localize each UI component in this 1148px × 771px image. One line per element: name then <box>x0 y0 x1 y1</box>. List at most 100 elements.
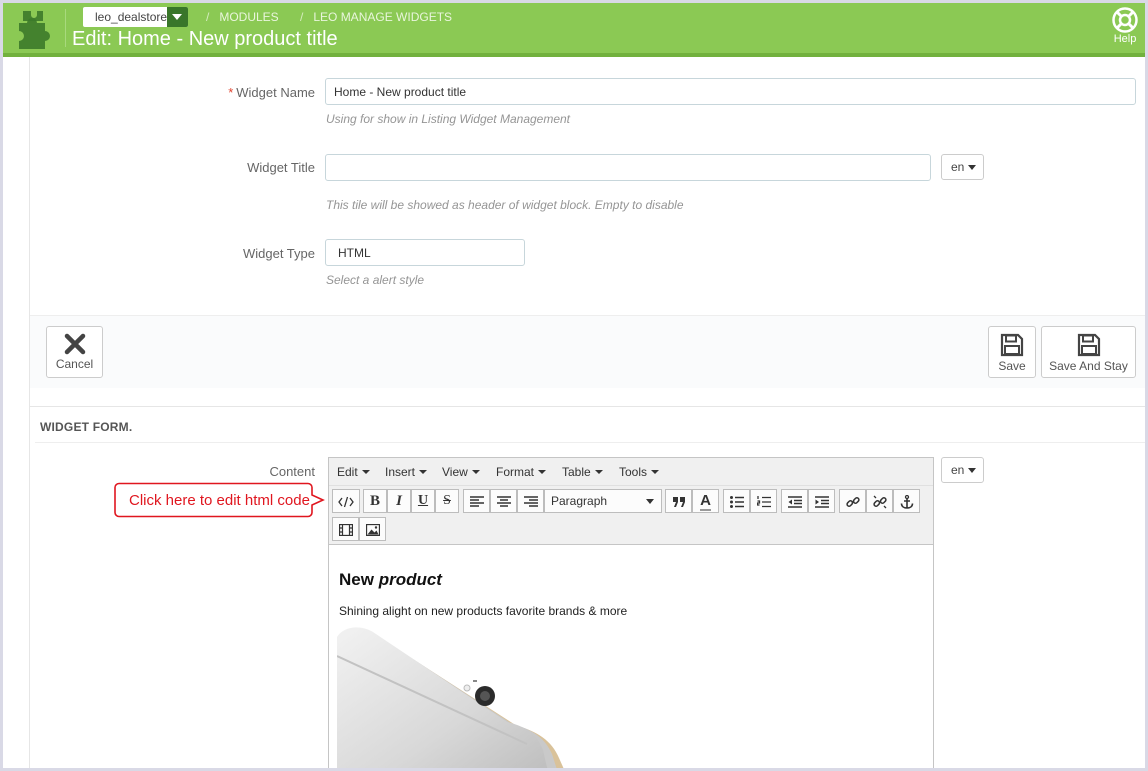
help-button[interactable]: Help <box>1110 7 1140 45</box>
outdent-button[interactable] <box>781 489 808 513</box>
shop-selector-toggle[interactable] <box>167 7 188 27</box>
widget-type-select[interactable]: HTML <box>325 239 525 266</box>
bullet-list-button[interactable] <box>723 489 750 513</box>
content-language-dropdown[interactable]: en <box>941 457 984 483</box>
menu-label: Table <box>562 465 591 479</box>
widget-settings-panel: * Widget Name Home - New product title Us… <box>30 57 1145 388</box>
source-code-button[interactable] <box>332 489 360 513</box>
image-icon <box>365 523 380 536</box>
floppy-disk-icon <box>1000 333 1024 357</box>
menu-view[interactable]: View <box>442 465 480 479</box>
widget-name-label: * Widget Name <box>180 85 315 100</box>
bold-icon: B <box>369 493 380 509</box>
align-center-icon <box>496 495 511 507</box>
numbered-list-button[interactable] <box>750 489 777 513</box>
align-left-icon <box>469 495 484 507</box>
numbered-list-icon <box>756 495 771 507</box>
menu-label: Insert <box>385 465 416 479</box>
section-divider <box>35 442 1145 443</box>
insert-video-button[interactable] <box>332 517 359 541</box>
caret-down-icon <box>538 470 547 474</box>
widget-type-label: Widget Type <box>242 246 315 261</box>
unlink-icon <box>872 495 887 509</box>
save-and-stay-label: Save And Stay <box>1049 359 1128 373</box>
floppy-disk-icon <box>1077 333 1100 357</box>
breadcrumb-leo-manage-widgets[interactable]: / LEO MANAGE WIDGETS <box>300 10 452 24</box>
caret-down-icon <box>968 165 976 170</box>
blockquote-button[interactable] <box>665 489 692 513</box>
editor-menubar: Edit Insert View Format Table Tools <box>329 458 933 486</box>
content-paragraph: Shining alight on new products favorite … <box>339 604 628 618</box>
indent-button[interactable] <box>808 489 835 513</box>
editor-content-area[interactable]: New product Shining alight on new produc… <box>329 546 933 768</box>
menu-insert[interactable]: Insert <box>385 465 428 479</box>
shop-name: leo_dealstore <box>95 10 168 24</box>
caret-down-icon <box>361 470 370 474</box>
header-divider <box>65 9 66 47</box>
close-icon <box>64 333 85 355</box>
language-code: en <box>951 160 965 174</box>
outdent-icon <box>787 495 802 508</box>
lifebuoy-icon <box>1112 7 1138 33</box>
widget-name-input[interactable]: Home - New product title <box>325 78 1136 105</box>
menu-label: Edit <box>337 465 358 479</box>
caret-down-icon <box>594 470 603 474</box>
strikethrough-button[interactable]: S <box>435 489 459 513</box>
widget-title-input[interactable] <box>325 154 931 181</box>
widget-name-hint: Using for show in Listing Widget Managem… <box>326 112 571 126</box>
cancel-button[interactable]: Cancel <box>46 326 103 378</box>
product-image <box>337 627 564 768</box>
save-button[interactable]: Save <box>988 326 1036 378</box>
caret-down-icon <box>646 499 654 504</box>
form-actions-bar: Cancel Save Save And Stay <box>30 315 1145 388</box>
underline-button[interactable]: U <box>411 489 435 513</box>
indent-icon <box>814 495 829 508</box>
code-icon <box>338 496 354 507</box>
unlink-button[interactable] <box>866 489 893 513</box>
video-icon <box>338 523 353 536</box>
puzzle-icon <box>19 11 50 49</box>
breadcrumb-modules[interactable]: / MODULES <box>206 10 279 24</box>
heading-plain: New <box>339 570 374 589</box>
text-color-button[interactable]: A <box>692 489 719 513</box>
app-window: leo_dealstore / MODULES / LEO MANAGE WIDGE… <box>3 3 1145 768</box>
italic-icon: I <box>396 493 402 509</box>
underline-icon: U <box>417 493 429 508</box>
bold-button[interactable]: B <box>363 489 387 513</box>
widget-form-panel: WIDGET FORM. Content Edit Insert View Fo… <box>30 406 1145 768</box>
annotation-callout: Click here to edit html code <box>113 482 325 518</box>
language-code: en <box>951 463 965 477</box>
content-label: Content <box>269 464 315 479</box>
heading-italic: product <box>378 570 442 589</box>
header-bar: leo_dealstore / MODULES / LEO MANAGE WIDGE… <box>3 3 1145 53</box>
align-right-button[interactable] <box>517 489 544 513</box>
widget-title-label: Widget Title <box>247 160 315 175</box>
caret-down-icon <box>471 470 480 474</box>
rich-text-editor: Edit Insert View Format Table Tools B I … <box>328 457 934 768</box>
widget-type-hint: Select a alert style <box>326 273 425 287</box>
editor-toolbar: B I U S Paragraph A <box>329 486 933 545</box>
widget-title-hint: This tile will be showed as header of wi… <box>326 198 684 212</box>
text-color-icon: A <box>700 492 711 511</box>
align-right-icon <box>523 495 538 507</box>
cancel-label: Cancel <box>55 357 94 371</box>
insert-image-button[interactable] <box>359 517 386 541</box>
caret-down-icon <box>968 468 976 473</box>
anchor-button[interactable] <box>893 489 920 513</box>
align-left-button[interactable] <box>463 489 490 513</box>
menu-format[interactable]: Format <box>496 465 547 479</box>
anchor-icon <box>900 494 913 509</box>
widget-title-language-dropdown[interactable]: en <box>941 154 984 180</box>
align-center-button[interactable] <box>490 489 517 513</box>
menu-edit[interactable]: Edit <box>337 465 370 479</box>
save-and-stay-button[interactable]: Save And Stay <box>1041 326 1136 378</box>
save-label: Save <box>998 359 1026 373</box>
shop-selector[interactable]: leo_dealstore <box>83 7 188 27</box>
menu-table[interactable]: Table <box>562 465 603 479</box>
format-select[interactable]: Paragraph <box>544 489 662 513</box>
menu-tools[interactable]: Tools <box>619 465 660 479</box>
link-button[interactable] <box>839 489 866 513</box>
italic-button[interactable]: I <box>387 489 411 513</box>
menu-label: Format <box>496 465 535 479</box>
content-heading: New product <box>339 570 442 590</box>
